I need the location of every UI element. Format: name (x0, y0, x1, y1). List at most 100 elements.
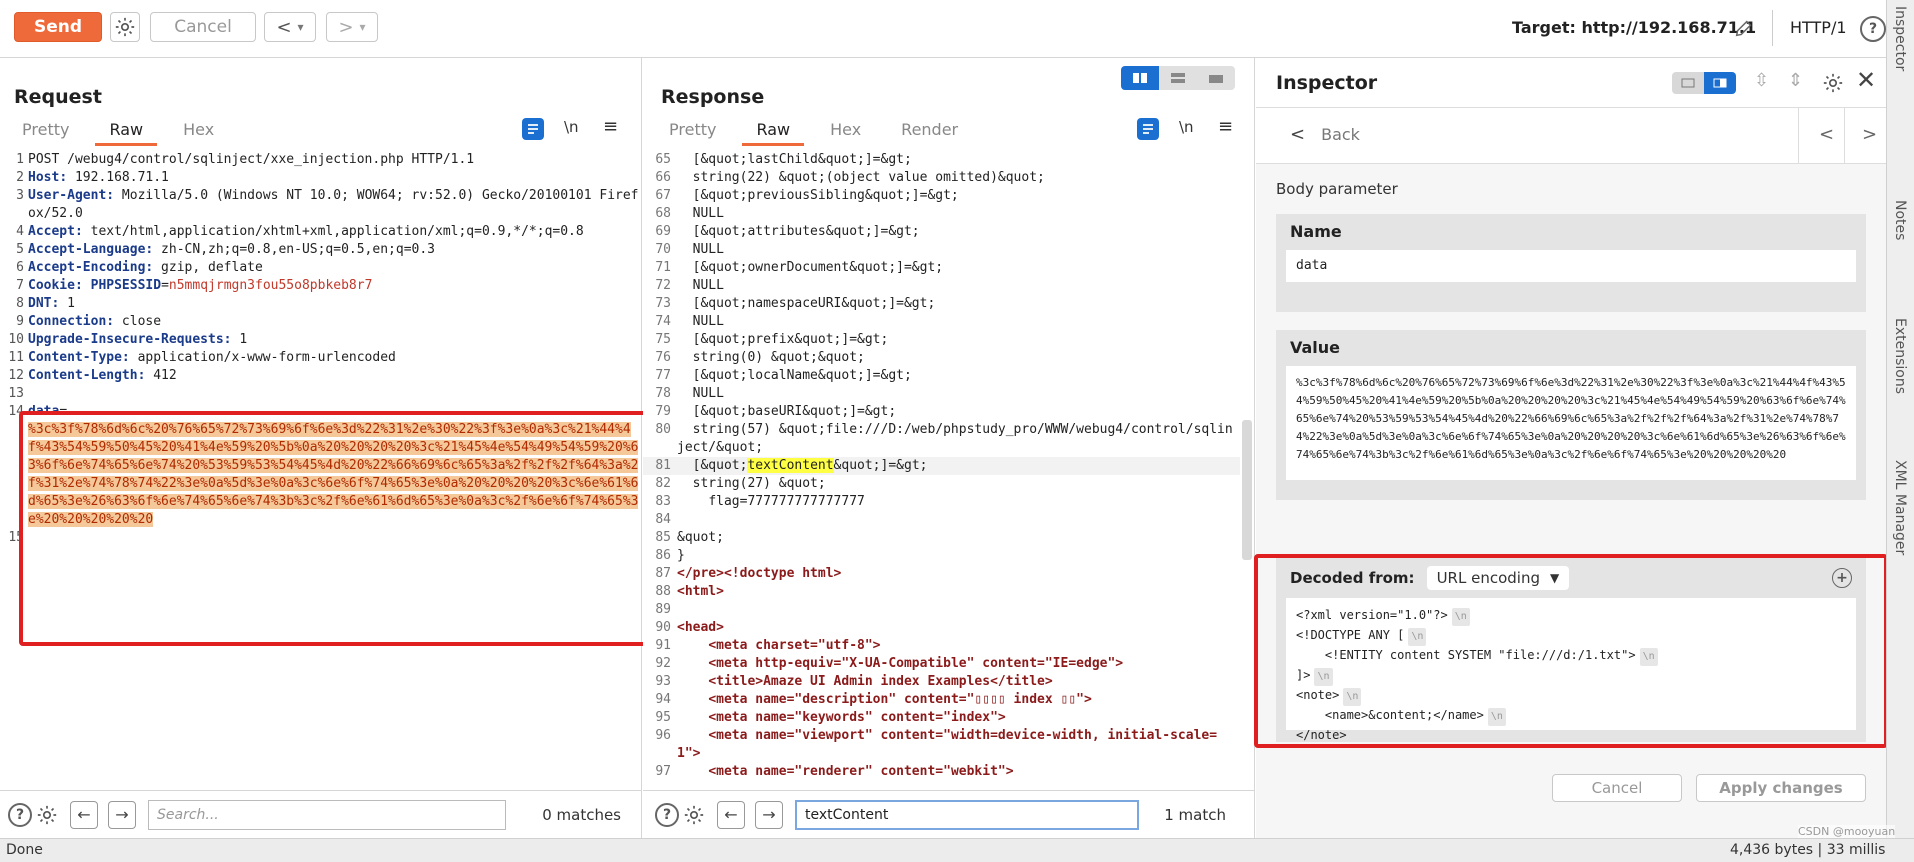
line-content: Accept-Language: zh-CN,zh;q=0.8,en-US;q=… (28, 241, 641, 259)
line-content: Cookie: PHPSESSID=n5mmqjrmgn3fou55o8pbke… (28, 277, 641, 295)
message-actions-icon[interactable] (522, 118, 544, 140)
side-tab-extensions[interactable]: Extensions (1892, 318, 1908, 394)
show-newlines-icon[interactable]: \n (564, 118, 579, 136)
previous-match-button[interactable]: ← (70, 800, 98, 829)
next-item-button[interactable]: > (1862, 124, 1877, 145)
line-number: 11 (8, 350, 24, 365)
side-tab-inspector[interactable]: Inspector (1892, 6, 1908, 71)
tab-hex[interactable]: Hex (828, 118, 863, 146)
line-content (677, 511, 1240, 529)
tab-render[interactable]: Render (899, 118, 960, 146)
history-forward-button[interactable]: > ▾ (326, 12, 378, 42)
line-text: [&quot;ownerDocument&quot;]=&gt; (677, 260, 944, 275)
edit-target-pencil-icon[interactable] (1730, 14, 1758, 42)
close-icon[interactable]: ✕ (1856, 66, 1876, 94)
previous-match-button[interactable]: ← (717, 800, 745, 829)
tab-hex[interactable]: Hex (181, 118, 216, 146)
line-text: &quot;]=&gt; (833, 458, 928, 473)
editor-line: 8 DNT: 1 (0, 295, 641, 313)
line-text: } (677, 548, 685, 563)
layout-side-by-side-icon[interactable] (1121, 66, 1159, 90)
apply-changes-button[interactable]: Apply changes (1696, 774, 1866, 802)
message-actions-icon[interactable] (1137, 118, 1159, 140)
prev-item-button[interactable]: < (1819, 124, 1834, 145)
tab-pretty[interactable]: Pretty (20, 118, 71, 146)
header-value: gzip, deflate (153, 260, 263, 275)
inspector-list-view-icon[interactable] (1672, 72, 1704, 94)
line-number: 68 (655, 206, 671, 221)
response-editor[interactable]: 65 [&quot;lastChild&quot;]=&gt; 66 string… (643, 151, 1240, 790)
settings-gear-icon[interactable] (110, 12, 140, 42)
menu-icon[interactable]: ≡ (1218, 116, 1233, 137)
help-icon[interactable]: ? (655, 802, 679, 827)
line-content: <html> (677, 583, 1240, 601)
editor-line: 7 Cookie: PHPSESSID=n5mmqjrmgn3fou55o8pbk… (0, 277, 641, 295)
tab-raw[interactable]: Raw (742, 118, 805, 146)
editor-line: 93 <title>Amaze UI Admin index Examples<… (643, 673, 1240, 691)
chevron-down-icon: ▾ (297, 20, 304, 34)
next-match-button[interactable]: → (755, 800, 783, 829)
target-display: Target: http://192.168.71.1 (1512, 18, 1756, 37)
line-content: string(27) &quot; (677, 475, 1240, 493)
protocol-toggle[interactable]: HTTP/1 (1790, 18, 1847, 37)
layout-tabs-icon[interactable] (1197, 66, 1235, 90)
show-newlines-icon[interactable]: \n (1179, 118, 1194, 136)
line-number: 92 (655, 656, 671, 671)
burp-repeater-window: { "toolbar":{"send":"Send","cancel":"Can… (0, 0, 1914, 862)
cookie-value: n5mmqjrmgn3fou55o8pbkeb8r7 (168, 278, 373, 293)
value-text-field[interactable]: %3c%3f%78%6d%6c%20%76%65%72%73%69%6f%6e%… (1286, 366, 1856, 480)
editor-line: 85 &quot; (643, 529, 1240, 547)
history-back-button[interactable]: < ▾ (264, 12, 316, 42)
settings-gear-icon[interactable] (34, 802, 60, 828)
match-count: 0 matches (542, 805, 621, 824)
inspector-cancel-button[interactable]: Cancel (1552, 774, 1682, 802)
help-icon[interactable]: ? (8, 802, 32, 827)
response-scrollbar[interactable] (1242, 420, 1252, 560)
line-text: POST /webug4/control/sqlinject/xxe_injec… (28, 152, 475, 167)
line-number: 97 (655, 764, 671, 779)
next-match-button[interactable]: → (108, 800, 136, 829)
header-name: Host (28, 170, 60, 185)
tab-raw[interactable]: Raw (95, 118, 158, 146)
line-content: [&quot;namespaceURI&quot;]=&gt; (677, 295, 1240, 313)
line-content: POST /webug4/control/sqlinject/xxe_injec… (28, 151, 641, 169)
cancel-button[interactable]: Cancel (150, 12, 256, 42)
editor-line: 84 (643, 511, 1240, 529)
line-number: 71 (655, 260, 671, 275)
response-title: Response (661, 86, 765, 108)
search-input[interactable]: textContent (795, 799, 1139, 830)
search-input[interactable]: Search... (148, 799, 506, 830)
header-colon: : (74, 278, 83, 293)
name-value-field[interactable]: data (1286, 250, 1856, 282)
menu-icon[interactable]: ≡ (603, 116, 618, 137)
line-number: 88 (655, 584, 671, 599)
collapse-icon[interactable]: ⇕ (1788, 70, 1803, 91)
header-value: text/html,application/xhtml+xml,applicat… (82, 224, 584, 239)
tab-pretty[interactable]: Pretty (667, 118, 718, 146)
inspector-split-view-icon[interactable] (1704, 72, 1736, 94)
side-tab-notes[interactable]: Notes (1892, 200, 1908, 240)
side-tab-xml-manager[interactable]: XML Manager (1892, 460, 1908, 555)
help-icon[interactable]: ? (1860, 16, 1886, 42)
editor-line: 5 Accept-Language: zh-CN,zh;q=0.8,en-US;q… (0, 241, 641, 259)
inspector-settings-gear-icon[interactable] (1820, 70, 1846, 96)
line-content: NULL (677, 385, 1240, 403)
header-value: 192.168.71.1 (67, 170, 169, 185)
line-content: Content-Length: 412 (28, 367, 641, 385)
line-text: <html> (677, 584, 724, 599)
header-colon: : (74, 224, 83, 239)
request-search-bar: ? ← → Search... 0 matches (0, 790, 641, 838)
expand-icon[interactable]: ⇳ (1754, 70, 1769, 91)
back-button[interactable]: < Back (1290, 124, 1360, 145)
line-number: 75 (655, 332, 671, 347)
layout-vertical-icon[interactable] (1159, 66, 1197, 90)
settings-gear-icon[interactable] (681, 802, 707, 828)
header-value: application/x-www-form-urlencoded (129, 350, 396, 365)
send-button[interactable]: Send (14, 12, 102, 42)
header-value: close (114, 314, 162, 329)
response-pane: Response Pretty Raw Hex Render \n ≡ 65 [… (643, 58, 1255, 838)
line-number: 95 (655, 710, 671, 725)
request-pane: Request Pretty Raw Hex \n ≡ 1 POST /webug… (0, 58, 647, 838)
line-content: Host: 192.168.71.1 (28, 169, 641, 187)
line-text: flag=777777777777777 (677, 494, 865, 509)
